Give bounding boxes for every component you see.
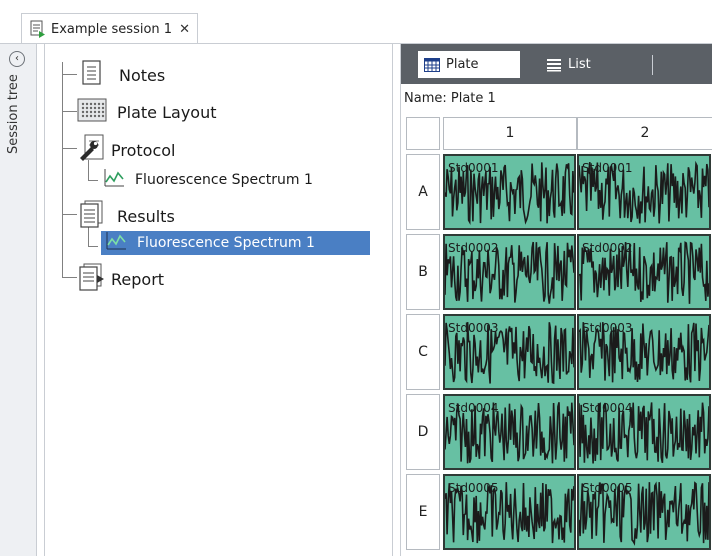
row-header-c[interactable]: C — [406, 314, 440, 390]
notes-icon — [81, 60, 103, 90]
toolbar-separator — [652, 55, 653, 75]
tree-item-results[interactable]: Results — [79, 200, 175, 232]
protocol-wrench-icon — [77, 134, 105, 166]
tree-item-label: Fluorescence Spectrum 1 — [135, 172, 313, 188]
row-header-b[interactable]: B — [406, 234, 440, 310]
tree-connector — [62, 74, 77, 75]
well-sample-label: Std0004 — [448, 401, 499, 415]
session-tree-rail: ‹ Session tree — [0, 44, 37, 556]
row-header-a[interactable]: A — [406, 154, 440, 230]
document-tab-title: Example session 1 — [51, 21, 173, 37]
tree-item-label: Report — [111, 269, 165, 289]
spectrum-chart-icon — [103, 168, 125, 192]
row-header-e[interactable]: E — [406, 474, 440, 550]
tree-item-report[interactable]: Report — [77, 263, 164, 295]
well-sample-label: Std0001 — [448, 161, 499, 175]
plate-layout-icon — [77, 98, 107, 126]
tree-item-results-spectrum[interactable]: Fluorescence Spectrum 1 — [101, 231, 370, 255]
well-c2[interactable]: Std0003 — [577, 314, 711, 390]
tree-connector — [88, 246, 98, 247]
session-tree-rail-label[interactable]: Session tree — [6, 74, 21, 204]
tree-connector — [62, 277, 77, 278]
tab-list[interactable]: List — [540, 51, 620, 78]
tab-plate[interactable]: Plate — [418, 51, 520, 78]
tree-item-protocol[interactable]: Protocol — [77, 134, 175, 166]
well-b2[interactable]: Std0002 — [577, 234, 711, 310]
list-icon — [546, 58, 562, 72]
session-document-icon — [30, 20, 46, 38]
well-a1[interactable]: Std0001 — [443, 154, 576, 230]
well-d1[interactable]: Std0004 — [443, 394, 576, 470]
tab-list-label: List — [568, 57, 591, 72]
column-header-2[interactable]: 2 — [577, 117, 712, 150]
well-sample-label: Std0001 — [582, 161, 633, 175]
document-tab-strip: Example session 1 ✕ — [0, 0, 712, 44]
well-b1[interactable]: Std0002 — [443, 234, 576, 310]
plate-grid-icon — [424, 57, 440, 72]
row-header-d[interactable]: D — [406, 394, 440, 470]
report-icon — [77, 263, 105, 295]
grid-corner-cell — [406, 117, 440, 150]
well-sample-label: Std0002 — [448, 241, 499, 255]
well-c1[interactable]: Std0003 — [443, 314, 576, 390]
tree-item-label: Results — [117, 206, 175, 226]
tree-connector — [62, 111, 77, 112]
collapse-panel-icon[interactable]: ‹ — [9, 51, 25, 67]
plate-view-panel: Plate List Name: Plate 1 1 2 A Std0001 Std… — [400, 44, 712, 556]
close-tab-icon[interactable]: ✕ — [179, 22, 190, 37]
well-sample-label: Std0003 — [582, 321, 633, 335]
well-sample-label: Std0005 — [448, 481, 499, 495]
tree-connector — [88, 180, 98, 181]
well-a2[interactable]: Std0001 — [577, 154, 711, 230]
document-tab[interactable]: Example session 1 ✕ — [21, 13, 198, 44]
column-header-1[interactable]: 1 — [443, 117, 577, 150]
tree-connector — [62, 62, 63, 278]
tree-connector — [62, 148, 77, 149]
tree-item-label: Plate Layout — [117, 102, 217, 122]
tree-connector — [62, 214, 77, 215]
tree-item-notes[interactable]: Notes — [81, 60, 165, 90]
well-d2[interactable]: Std0004 — [577, 394, 711, 470]
well-sample-label: Std0002 — [582, 241, 633, 255]
spectrum-chart-icon — [105, 231, 127, 255]
tree-item-label: Fluorescence Spectrum 1 — [137, 235, 315, 251]
tree-item-protocol-spectrum[interactable]: Fluorescence Spectrum 1 — [103, 168, 313, 192]
view-toolbar: Plate List — [401, 44, 712, 84]
tree-item-label: Notes — [119, 65, 166, 85]
well-e2[interactable]: Std0005 — [577, 474, 711, 550]
tree-item-plate-layout[interactable]: Plate Layout — [77, 98, 217, 126]
tree-item-label: Protocol — [111, 140, 176, 160]
plate-name: Name: Plate 1 — [404, 91, 496, 106]
session-tree-panel: Notes Plate Layout Protocol Fluorescence… — [44, 44, 393, 556]
results-icon — [79, 200, 105, 232]
well-e1[interactable]: Std0005 — [443, 474, 576, 550]
well-sample-label: Std0005 — [582, 481, 633, 495]
tab-plate-label: Plate — [446, 57, 479, 72]
well-sample-label: Std0004 — [582, 401, 633, 415]
well-sample-label: Std0003 — [448, 321, 499, 335]
